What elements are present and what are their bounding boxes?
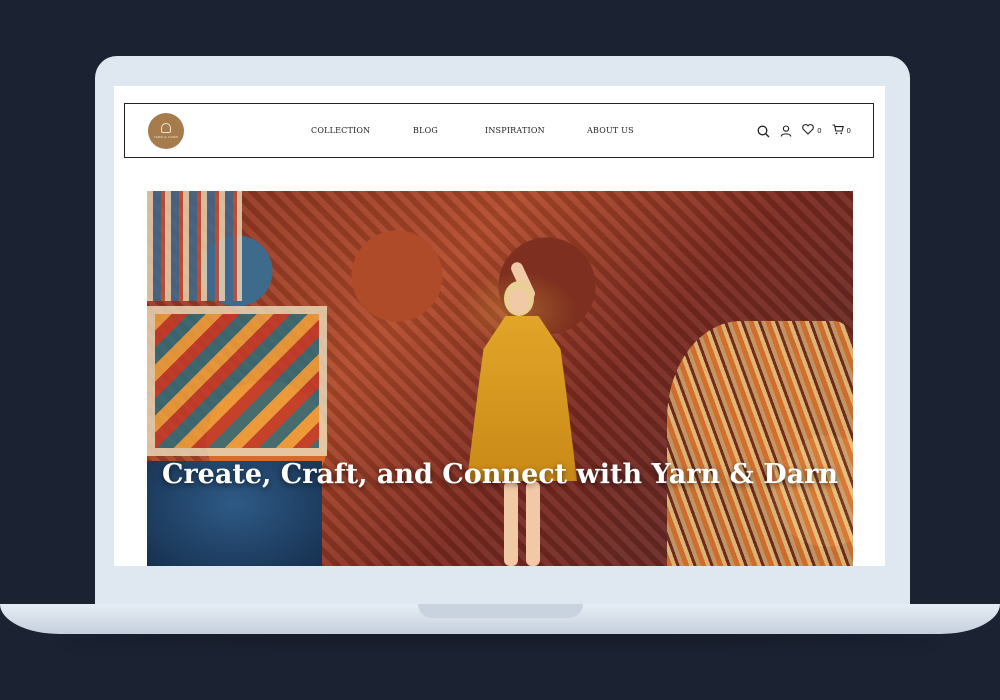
heart-icon [802,122,814,140]
nav-item-collection[interactable]: COLLECTION [311,126,370,135]
hero-banner: Create, Craft, and Connect with Yarn & D… [147,191,853,566]
hero-title: Create, Craft, and Connect with Yarn & D… [161,459,839,491]
hero-image-person [447,260,587,566]
wishlist-count: 0 [817,127,822,135]
cart-icon [832,122,844,140]
cart-button[interactable]: 0 [832,122,851,140]
user-icon[interactable] [780,125,792,137]
person-legs [502,481,542,566]
device-shadow [60,634,940,644]
person-leg [504,481,518,566]
search-icon[interactable] [757,125,770,138]
nav-item-about-us[interactable]: ABOUT US [587,126,634,135]
person-face [509,289,529,314]
brand-logo[interactable]: YARN & DARN [148,113,184,149]
person-dress [467,316,577,481]
nav-item-blog[interactable]: BLOG [413,126,438,135]
person-leg [526,481,540,566]
logo-text: YARN & DARN [153,135,179,139]
wishlist-button[interactable]: 0 [802,122,822,140]
header-actions: 0 0 [757,124,851,138]
hero-image-shag-rug [667,321,853,566]
nav-item-inspiration[interactable]: INSPIRATION [485,126,545,135]
logo-mark-icon [161,123,171,133]
hero-image-rug [147,191,242,301]
laptop-notch [418,604,583,618]
hero-image-kilim [147,306,327,456]
cart-count: 0 [846,127,851,135]
browser-viewport: YARN & DARN COLLECTION BLOG INSPIRATION … [114,86,885,566]
site-header: YARN & DARN COLLECTION BLOG INSPIRATION … [124,103,874,158]
